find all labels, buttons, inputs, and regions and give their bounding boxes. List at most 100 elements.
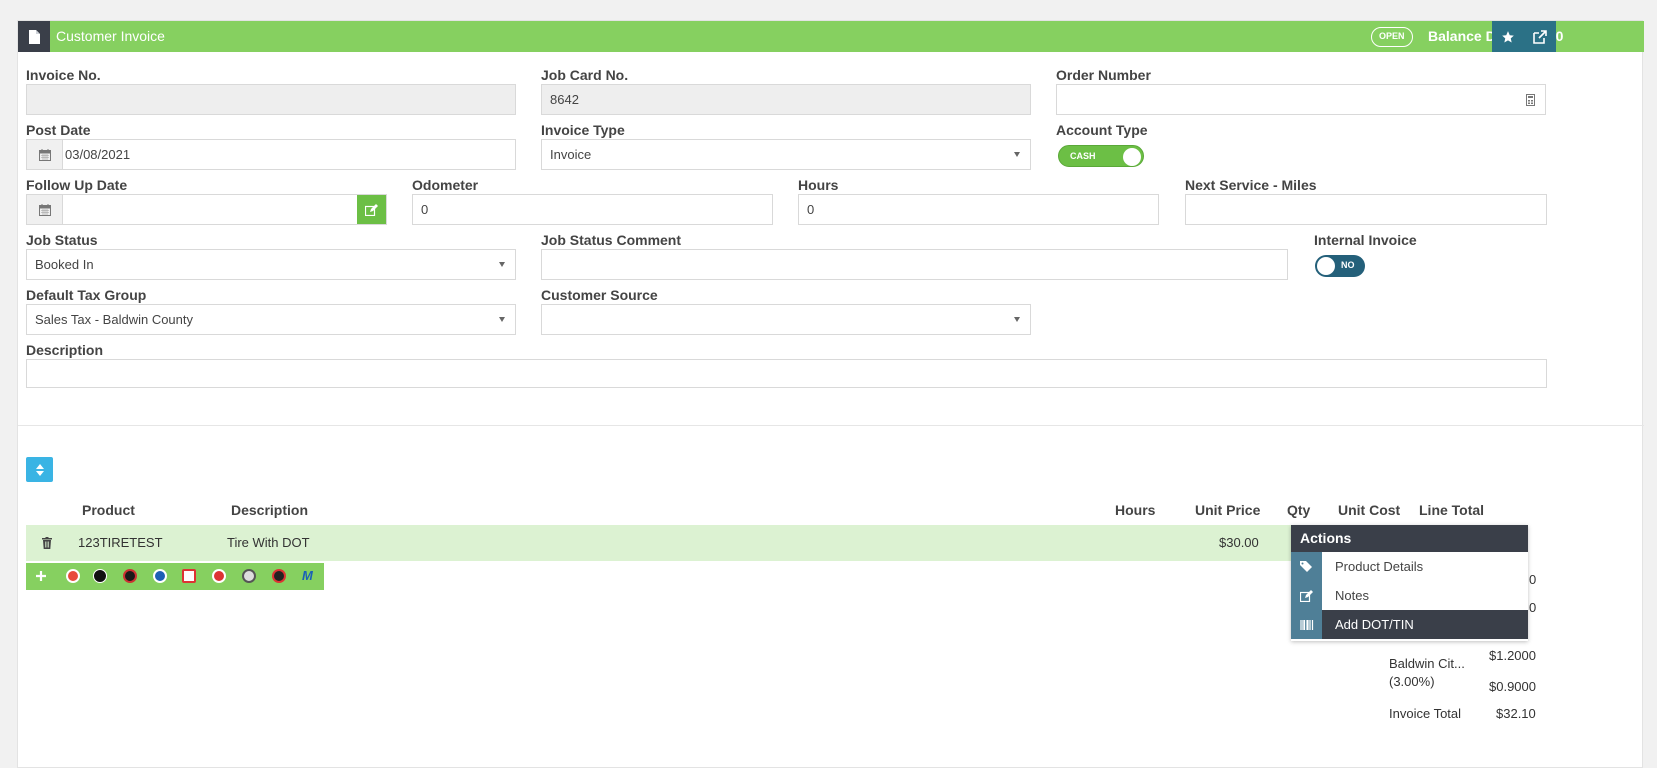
brand-logo-icon[interactable] — [66, 569, 80, 583]
internal-invoice-toggle[interactable]: NO — [1315, 255, 1365, 277]
account-type-toggle[interactable]: CASH — [1058, 145, 1144, 167]
calendar-icon[interactable] — [27, 195, 63, 224]
open-external-button[interactable] — [1524, 21, 1556, 52]
total-partial-1: 0 — [1529, 572, 1537, 587]
invoice-type-select[interactable]: Invoice — [541, 139, 1031, 170]
quick-add-toolbar: M — [26, 563, 324, 590]
invoice-total-value: $32.10 — [1496, 706, 1536, 721]
post-date-value: 03/08/2021 — [65, 147, 131, 162]
star-icon — [1502, 30, 1514, 43]
column-header-product: Product — [82, 502, 135, 518]
row-product: 123TIRETEST — [78, 535, 163, 550]
menu-item-add-dot-tin[interactable]: Add DOT/TIN — [1291, 610, 1528, 639]
follow-up-date-label: Follow Up Date — [26, 177, 128, 193]
panel-title: Customer Invoice — [56, 28, 165, 44]
column-header-unit-cost: Unit Cost — [1338, 502, 1401, 518]
hours-field[interactable]: 0 — [798, 194, 1159, 225]
chevron-down-icon — [499, 317, 505, 322]
trash-icon[interactable] — [42, 537, 52, 549]
tags-icon — [1291, 552, 1322, 581]
sort-icon — [35, 463, 44, 476]
invoice-total-label: Invoice Total — [1389, 706, 1462, 721]
brand-logo-icon[interactable] — [242, 569, 256, 583]
brand-logo-icon[interactable] — [123, 569, 137, 583]
internal-invoice-toggle-text: NO — [1341, 260, 1355, 270]
invoice-type-label: Invoice Type — [541, 122, 625, 138]
column-header-hours: Hours — [1115, 502, 1156, 518]
table-row[interactable]: 123TIRETEST Tire With DOT $30.00 — [26, 525, 1316, 561]
default-tax-group-label: Default Tax Group — [26, 287, 147, 303]
tax-name: Baldwin Cit... — [1389, 656, 1465, 671]
menu-item-label: Notes — [1335, 588, 1369, 603]
chevron-down-icon — [1014, 317, 1020, 322]
edit-follow-up-button[interactable] — [357, 195, 386, 224]
order-number-label: Order Number — [1056, 67, 1151, 83]
barcode-icon — [1291, 610, 1322, 639]
brand-logo-icon[interactable] — [182, 569, 196, 583]
job-card-no-field[interactable]: 8642 — [541, 84, 1031, 115]
brand-logo-icon[interactable] — [93, 569, 107, 583]
job-status-comment-label: Job Status Comment — [541, 232, 682, 248]
brand-logo-icon[interactable] — [212, 569, 226, 583]
edit-icon — [1291, 581, 1322, 610]
menu-item-label: Product Details — [1335, 559, 1424, 574]
job-status-comment-field[interactable] — [541, 249, 1288, 280]
brand-logo-icon[interactable] — [153, 569, 167, 583]
account-type-toggle-text: CASH — [1070, 151, 1096, 161]
chevron-down-icon — [499, 262, 505, 267]
menu-item-product-details[interactable]: Product Details — [1291, 552, 1528, 581]
follow-up-date-field[interactable] — [26, 194, 387, 225]
invoice-type-value: Invoice — [550, 147, 592, 162]
account-type-label: Account Type — [1056, 122, 1148, 138]
brand-logo-icon[interactable]: M — [302, 568, 313, 583]
row-description: Tire With DOT — [227, 535, 310, 550]
column-header-line-total: Line Total — [1419, 502, 1485, 518]
internal-invoice-label: Internal Invoice — [1314, 232, 1417, 248]
favorite-button[interactable] — [1492, 21, 1524, 52]
customer-source-select[interactable] — [541, 304, 1031, 335]
odometer-label: Odometer — [412, 177, 479, 193]
invoice-no-label: Invoice No. — [26, 67, 101, 83]
job-card-no-label: Job Card No. — [541, 67, 629, 83]
next-service-miles-label: Next Service - Miles — [1185, 177, 1317, 193]
calculator-icon — [1526, 94, 1535, 106]
total-partial-2: 0 — [1529, 600, 1537, 615]
post-date-field[interactable]: 03/08/2021 — [26, 139, 516, 170]
actions-menu: Actions Product Details Notes Add DOT/TI… — [1291, 525, 1528, 641]
calendar-icon[interactable] — [27, 140, 63, 169]
tax-amount-2: $0.9000 — [1489, 679, 1536, 694]
column-header-description: Description — [231, 502, 309, 518]
status-badge: OPEN — [1371, 27, 1413, 47]
next-service-miles-field[interactable] — [1185, 194, 1547, 225]
job-status-label: Job Status — [26, 232, 98, 248]
menu-item-notes[interactable]: Notes — [1291, 581, 1528, 610]
job-status-value: Booked In — [35, 257, 94, 272]
plus-icon[interactable] — [35, 570, 47, 582]
row-unit-price: $30.00 — [1219, 535, 1259, 550]
edit-icon — [365, 203, 378, 216]
toggle-knob — [1123, 148, 1141, 166]
customer-source-label: Customer Source — [541, 287, 658, 303]
job-status-select[interactable]: Booked In — [26, 249, 516, 280]
actions-menu-title: Actions — [1291, 525, 1528, 552]
default-tax-group-value: Sales Tax - Baldwin County — [35, 312, 194, 327]
column-header-unit-price: Unit Price — [1195, 502, 1261, 518]
description-label: Description — [26, 342, 104, 358]
brand-logo-icon[interactable] — [272, 569, 286, 583]
external-link-icon — [1533, 29, 1547, 44]
section-divider — [18, 425, 1644, 426]
document-icon — [18, 21, 50, 52]
order-number-field[interactable] — [1056, 84, 1546, 115]
chevron-down-icon — [1014, 152, 1020, 157]
panel-header: Customer Invoice OPEN Balance Due: $32.1… — [18, 21, 1644, 52]
odometer-field[interactable]: 0 — [412, 194, 773, 225]
hours-label: Hours — [798, 177, 839, 193]
menu-item-label: Add DOT/TIN — [1335, 617, 1414, 632]
description-field[interactable] — [26, 359, 1547, 388]
reorder-button[interactable] — [26, 457, 53, 482]
default-tax-group-select[interactable]: Sales Tax - Baldwin County — [26, 304, 516, 335]
column-header-qty: Qty — [1287, 502, 1311, 518]
tax-rate: (3.00%) — [1389, 674, 1435, 689]
tax-amount-1: $1.2000 — [1489, 648, 1536, 663]
invoice-no-field[interactable] — [26, 84, 516, 115]
